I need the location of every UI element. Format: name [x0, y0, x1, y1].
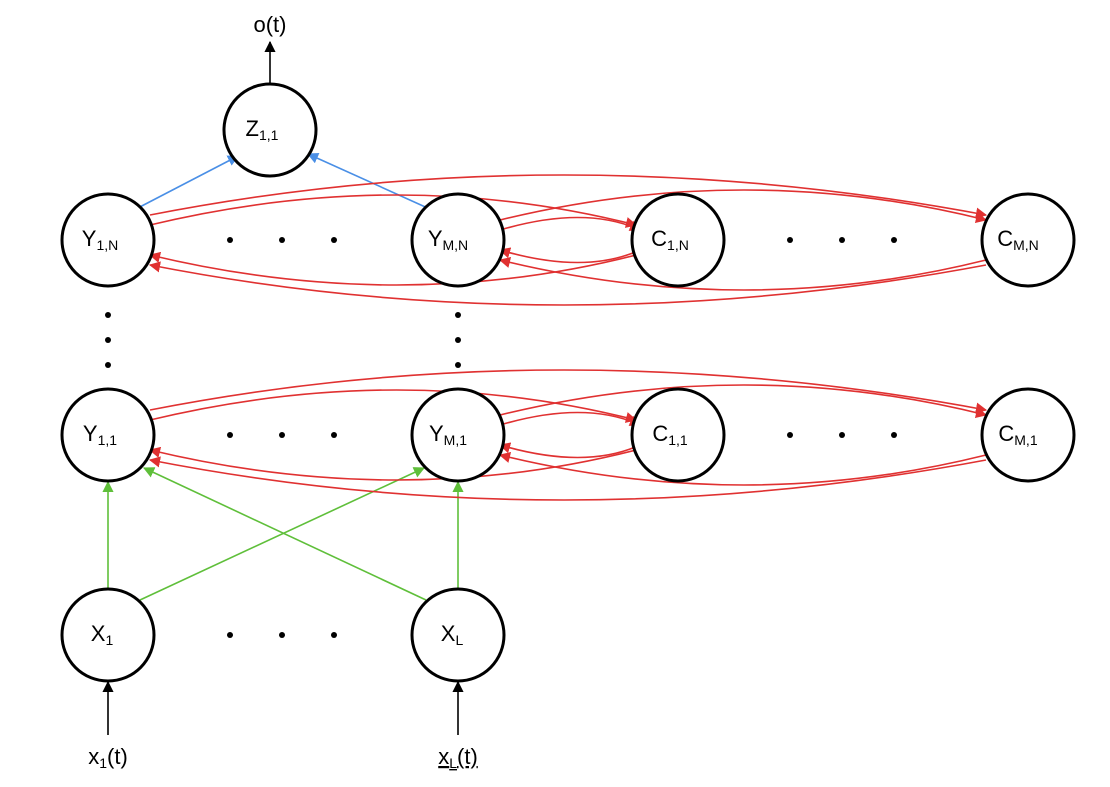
edge-C1N-YMN-in [500, 250, 640, 263]
node-XL: XL [412, 589, 504, 681]
node-C1N: C1,N [632, 194, 724, 286]
ellipsis-C-layer1 [787, 432, 897, 438]
ellipsis-Y-vertical-right [455, 312, 461, 368]
edge-Y1N-C1N-out [150, 195, 636, 225]
node-YMN: YM,N [412, 194, 504, 286]
edge-Y11-C11-out [150, 390, 636, 420]
edge-YM1-CM1-out [500, 385, 986, 415]
node-Y1N: Y1,N [62, 194, 154, 286]
edge-Y11-CM1-out [150, 370, 986, 410]
edge-C11-YM1-in [500, 445, 640, 458]
node-Z11: Z1,1 [224, 84, 316, 176]
edge-YM1-C11-out [500, 413, 640, 426]
network-diagram: Z1,1 Y1,N YM,N C1,N CM,N Y1,1 YM,1 C1,1 … [0, 0, 1110, 787]
edge-YMN-Z [308, 154, 432, 210]
edge-CMN-YMN-in [500, 260, 986, 290]
edge-X1-YM1 [140, 468, 424, 600]
label-input-x1: x1(t) [88, 744, 128, 771]
label-input-xL: xL(t) [438, 744, 478, 771]
node-CM1: CM,1 [982, 389, 1074, 481]
label-output: o(t) [254, 12, 287, 37]
ellipsis-C-layerN [787, 237, 897, 243]
edge-C1N-Y1N-in [150, 255, 636, 285]
ellipsis-Y-layer1 [227, 432, 337, 438]
edge-CM1-YM1-in [500, 455, 986, 485]
node-YM1: YM,1 [412, 389, 504, 481]
node-C11: C1,1 [632, 389, 724, 481]
edge-CM1-Y11-in [150, 460, 986, 500]
ellipsis-Y-layerN [227, 237, 337, 243]
edge-YMN-CMN-out [500, 190, 986, 220]
ellipsis-Y-vertical-left [105, 312, 111, 368]
edge-C11-Y11-in [150, 450, 636, 480]
edge-CMN-Y1N-in [150, 265, 986, 305]
node-Y11: Y1,1 [62, 389, 154, 481]
edge-XL-Y11 [144, 468, 426, 600]
node-CMN: CM,N [982, 194, 1074, 286]
ellipsis-X [227, 632, 337, 638]
node-X1: X1 [62, 589, 154, 681]
edge-Y1N-CMN-out [150, 175, 986, 215]
edge-YMN-C1N-out [500, 218, 640, 231]
